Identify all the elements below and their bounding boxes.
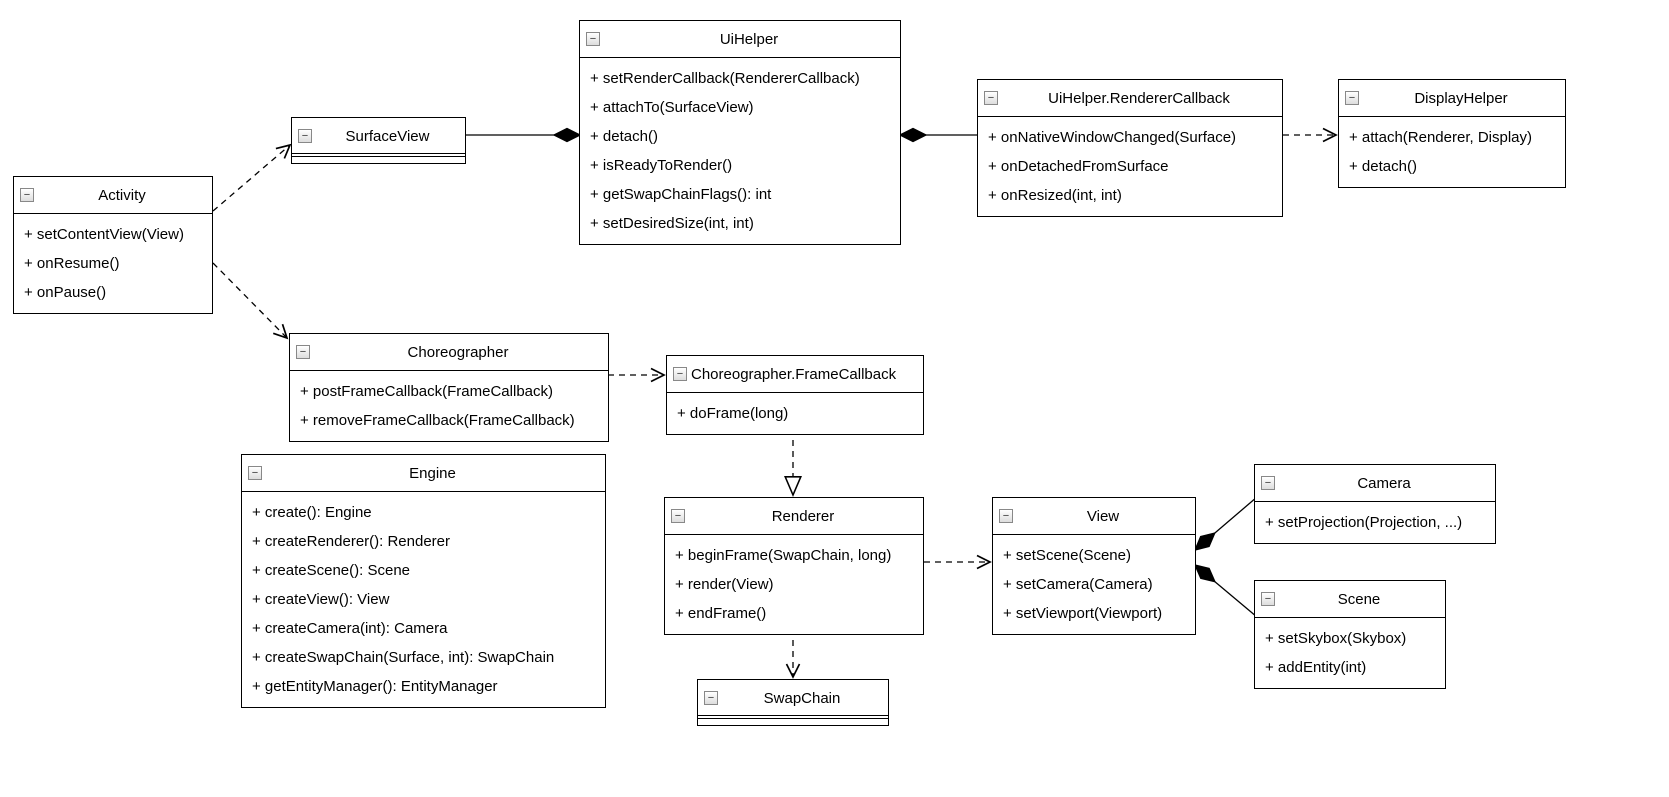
member: + detach() — [1349, 152, 1555, 181]
member: + getEntityManager(): EntityManager — [252, 672, 595, 701]
member: + setRenderCallback(RendererCallback) — [590, 64, 890, 93]
class-title: Choreographer.FrameCallback — [691, 364, 917, 385]
members-list: + setRenderCallback(RendererCallback) + … — [580, 58, 900, 244]
members-list: + beginFrame(SwapChain, long) + render(V… — [665, 535, 923, 634]
class-title: Renderer — [689, 506, 917, 527]
member: + render(View) — [675, 570, 913, 599]
member: + setContentView(View) — [24, 220, 202, 249]
members-list: + setSkybox(Skybox) + addEntity(int) — [1255, 618, 1445, 688]
member: + setProjection(Projection, ...) — [1265, 508, 1485, 537]
members-list: + create(): Engine + createRenderer(): R… — [242, 492, 605, 707]
class-header: − Camera — [1255, 465, 1495, 502]
collapse-icon[interactable]: − — [296, 345, 310, 359]
class-header: − SurfaceView — [292, 118, 465, 154]
member: + onDetachedFromSurface — [988, 152, 1272, 181]
class-header: − Renderer — [665, 498, 923, 535]
member: + isReadyToRender() — [590, 151, 890, 180]
collapse-icon[interactable]: − — [1261, 476, 1275, 490]
collapse-icon[interactable]: − — [248, 466, 262, 480]
class-header: − Scene — [1255, 581, 1445, 618]
members-list: + attach(Renderer, Display) + detach() — [1339, 117, 1565, 187]
member: + addEntity(int) — [1265, 653, 1435, 682]
member: + attachTo(SurfaceView) — [590, 93, 890, 122]
class-scene: − Scene + setSkybox(Skybox) + addEntity(… — [1254, 580, 1446, 689]
collapse-icon[interactable]: − — [999, 509, 1013, 523]
member: + getSwapChainFlags(): int — [590, 180, 890, 209]
class-view: − View + setScene(Scene) + setCamera(Cam… — [992, 497, 1196, 635]
member: + endFrame() — [675, 599, 913, 628]
member: + doFrame(long) — [677, 399, 913, 428]
class-surfaceview: − SurfaceView — [291, 117, 466, 164]
members-list: + setProjection(Projection, ...) — [1255, 502, 1495, 543]
class-header: − Choreographer.FrameCallback — [667, 356, 923, 393]
member: + createView(): View — [252, 585, 595, 614]
member: + setCamera(Camera) — [1003, 570, 1185, 599]
class-framecallback: − Choreographer.FrameCallback + doFrame(… — [666, 355, 924, 435]
class-title: UiHelper — [604, 29, 894, 50]
class-header: − Engine — [242, 455, 605, 492]
class-choreographer: − Choreographer + postFrameCallback(Fram… — [289, 333, 609, 442]
members-list: + postFrameCallback(FrameCallback) + rem… — [290, 371, 608, 441]
class-header: − View — [993, 498, 1195, 535]
class-renderer: − Renderer + beginFrame(SwapChain, long)… — [664, 497, 924, 635]
collapse-icon[interactable]: − — [671, 509, 685, 523]
members-list: + doFrame(long) — [667, 393, 923, 434]
member: + create(): Engine — [252, 498, 595, 527]
class-engine: − Engine + create(): Engine + createRend… — [241, 454, 606, 708]
class-header: − SwapChain — [698, 680, 888, 716]
class-header: − UiHelper — [580, 21, 900, 58]
member: + removeFrameCallback(FrameCallback) — [300, 406, 598, 435]
class-title: DisplayHelper — [1363, 88, 1559, 109]
class-title: Engine — [266, 463, 599, 484]
member: + onNativeWindowChanged(Surface) — [988, 123, 1272, 152]
member: + createRenderer(): Renderer — [252, 527, 595, 556]
member: + beginFrame(SwapChain, long) — [675, 541, 913, 570]
member: + setDesiredSize(int, int) — [590, 209, 890, 238]
class-title: SurfaceView — [316, 126, 459, 147]
class-activity: − Activity + setContentView(View) + onRe… — [13, 176, 213, 314]
member: + onPause() — [24, 278, 202, 307]
member: + createScene(): Scene — [252, 556, 595, 585]
collapse-icon[interactable]: − — [586, 32, 600, 46]
class-title: View — [1017, 506, 1189, 527]
member: + onResume() — [24, 249, 202, 278]
member: + attach(Renderer, Display) — [1349, 123, 1555, 152]
members-list: + setContentView(View) + onResume() + on… — [14, 214, 212, 313]
class-header: − Activity — [14, 177, 212, 214]
class-swapchain: − SwapChain — [697, 679, 889, 726]
member: + onResized(int, int) — [988, 181, 1272, 210]
members-list: + setScene(Scene) + setCamera(Camera) + … — [993, 535, 1195, 634]
collapse-icon[interactable]: − — [984, 91, 998, 105]
collapse-icon[interactable]: − — [704, 691, 718, 705]
member: + setScene(Scene) — [1003, 541, 1185, 570]
class-title: SwapChain — [722, 688, 882, 709]
collapse-icon[interactable]: − — [298, 129, 312, 143]
collapse-icon[interactable]: − — [673, 367, 687, 381]
class-title: UiHelper.RendererCallback — [1002, 88, 1276, 109]
class-title: Activity — [38, 185, 206, 206]
class-header: − Choreographer — [290, 334, 608, 371]
member: + detach() — [590, 122, 890, 151]
class-title: Scene — [1279, 589, 1439, 610]
class-uihelper: − UiHelper + setRenderCallback(RendererC… — [579, 20, 901, 245]
member: + setViewport(Viewport) — [1003, 599, 1185, 628]
collapse-icon[interactable]: − — [1261, 592, 1275, 606]
member: + createCamera(int): Camera — [252, 614, 595, 643]
member: + setSkybox(Skybox) — [1265, 624, 1435, 653]
class-title: Choreographer — [314, 342, 602, 363]
members-list: + onNativeWindowChanged(Surface) + onDet… — [978, 117, 1282, 216]
class-displayhelper: − DisplayHelper + attach(Renderer, Displ… — [1338, 79, 1566, 188]
class-title: Camera — [1279, 473, 1489, 494]
class-camera: − Camera + setProjection(Projection, ...… — [1254, 464, 1496, 544]
class-header: − UiHelper.RendererCallback — [978, 80, 1282, 117]
collapse-icon[interactable]: − — [20, 188, 34, 202]
class-header: − DisplayHelper — [1339, 80, 1565, 117]
member: + createSwapChain(Surface, int): SwapCha… — [252, 643, 595, 672]
class-renderercallback: − UiHelper.RendererCallback + onNativeWi… — [977, 79, 1283, 217]
member: + postFrameCallback(FrameCallback) — [300, 377, 598, 406]
collapse-icon[interactable]: − — [1345, 91, 1359, 105]
